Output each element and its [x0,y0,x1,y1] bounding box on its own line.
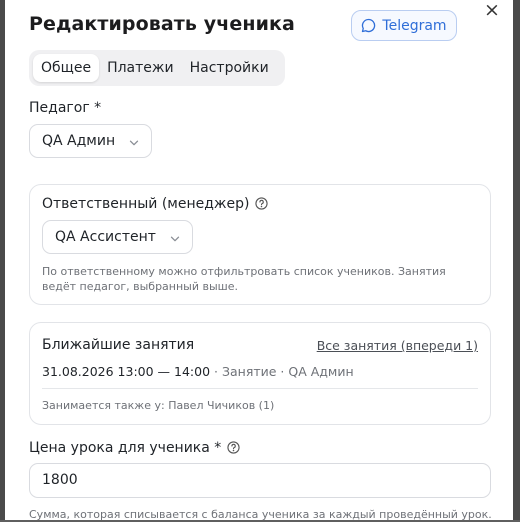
also-studies-text: Занимается также у: Павел Чичиков (1) [42,399,275,412]
tab-general[interactable]: Общее [33,54,100,82]
lesson-time: 31.08.2026 13:00 — 14:00 [42,364,211,379]
tab-payments[interactable]: Платежи [99,54,182,82]
manager-select-value: QA Ассистент [55,229,156,245]
close-icon[interactable]: × [483,0,501,20]
teacher-label: Педагог * [29,100,102,116]
price-label: Цена урока для ученика * [29,440,222,456]
teacher-select-value: QA Админ [42,133,116,149]
price-input[interactable]: 1800 [29,463,491,498]
manager-hint-line-1: По ответственному можно отфильтровать сп… [42,265,446,278]
manager-hint-line-2: ведёт педагог, выбранный выше. [42,280,239,293]
modal-title: Редактировать ученика [29,13,295,35]
tab-bar: Общее Платежи Настройки [29,50,285,86]
teacher-select[interactable]: QA Админ [29,124,152,158]
lesson-row[interactable]: 31.08.2026 13:00 — 14:00 · Занятие · QA … [42,364,354,379]
backdrop-overlay-right [513,0,520,520]
help-circle-icon[interactable] [255,197,269,214]
telegram-button-label: Telegram [382,17,447,34]
manager-select[interactable]: QA Ассистент [42,220,193,254]
chat-bubble-icon [361,18,376,33]
all-lessons-link[interactable]: Все занятия (впереди 1) [317,338,478,353]
manager-label: Ответственный (менеджер) [42,196,250,212]
price-label-row: Цена урока для ученика * [29,440,240,458]
manager-card: Ответственный (менеджер) QA Ассистент По… [29,184,491,305]
upcoming-title: Ближайшие занятия [42,337,195,353]
chevron-down-icon [170,232,180,248]
chevron-down-icon [129,136,139,152]
help-circle-icon[interactable] [227,441,240,458]
telegram-button[interactable]: Telegram [351,10,457,41]
tab-settings[interactable]: Настройки [182,54,277,82]
upcoming-lessons-card: Ближайшие занятия Все занятия (впереди 1… [29,322,491,425]
manager-label-row: Ответственный (менеджер) [42,196,269,214]
lesson-meta: · Занятие · QA Админ [210,364,354,379]
edit-student-modal: Редактировать ученика Telegram × Общее П… [5,0,513,521]
lessons-divider [42,388,478,389]
